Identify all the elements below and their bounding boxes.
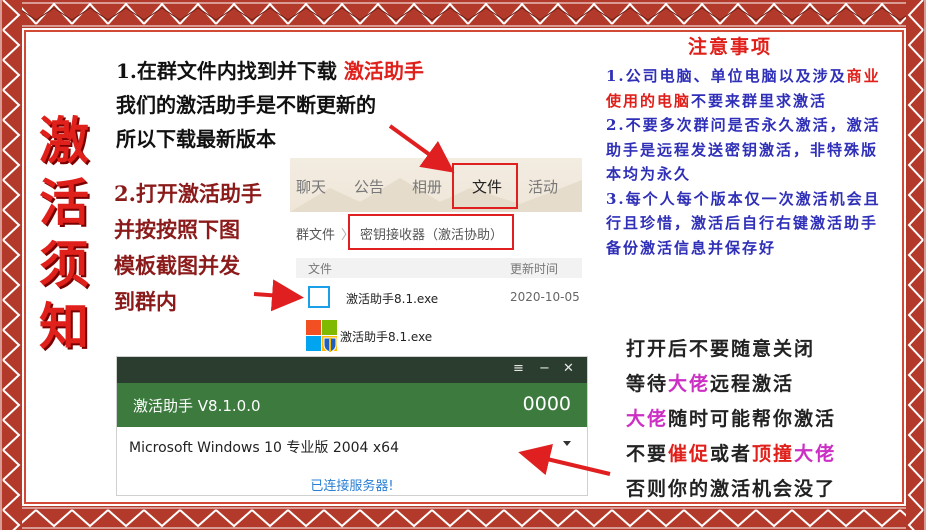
notice-poster: 激 活 须 知 1.在群文件内找到并下载 激活助手 我们的激活助手是不断更新的 … xyxy=(0,0,926,530)
annotation-arrows xyxy=(253,124,611,476)
arrow-to-file xyxy=(253,279,304,312)
arrow-to-activator xyxy=(518,443,611,476)
arrow-to-files-tab xyxy=(388,124,455,173)
